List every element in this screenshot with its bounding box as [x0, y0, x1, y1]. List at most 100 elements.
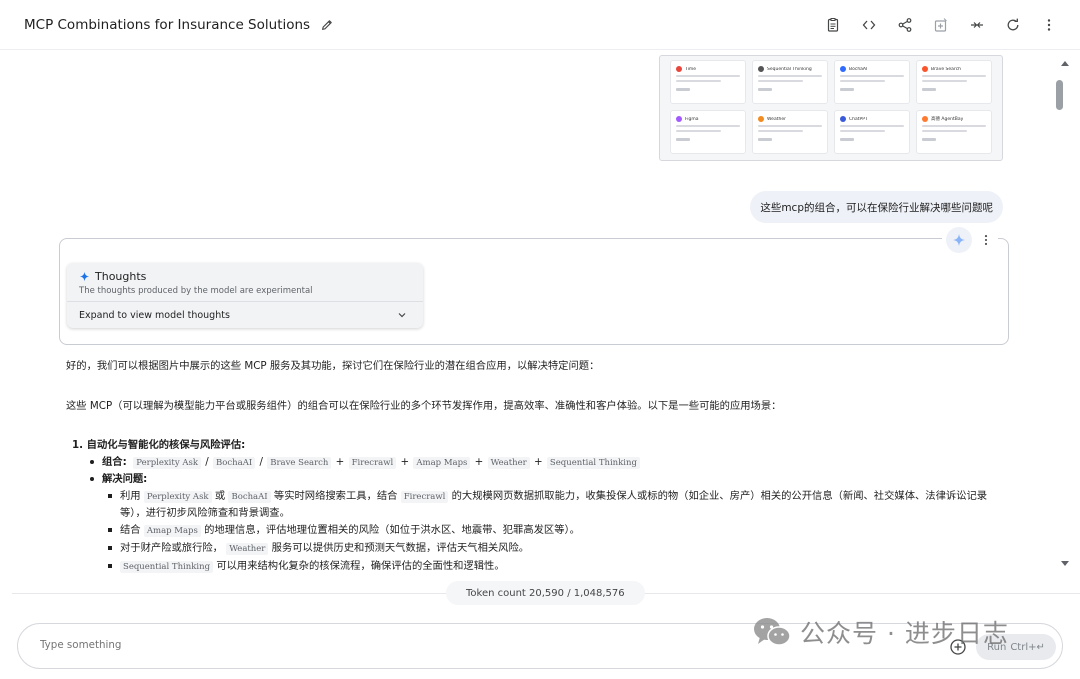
thumb-card: Sequential Thinking [752, 60, 828, 104]
app-window: MCP Combinations for Insurance Solutions [0, 0, 1080, 679]
sparkle-icon [79, 271, 90, 282]
sub-bullet: 利用 Perplexity Ask 或 BochaAI 等实时网络搜索工具，结合… [108, 488, 998, 506]
clipboard-icon [827, 18, 839, 32]
page-title: MCP Combinations for Insurance Solutions [24, 16, 311, 33]
thumb-card: 高德 AgentBay [916, 110, 992, 154]
thumb-card: ChatPPT [834, 110, 910, 154]
bullet-text: 的大规模网页数据抓取能力，收集投保人或标的物（如企业、房产）相关的公开信息（新闻… [451, 490, 988, 502]
share-button[interactable] [894, 13, 916, 37]
header-toolbar [822, 13, 1060, 37]
figma-logo-icon [676, 116, 682, 122]
refresh-button[interactable] [1002, 13, 1024, 37]
chatppt-logo-icon [840, 116, 846, 122]
model-turn: Thoughts The thoughts produced by the mo… [59, 227, 1009, 345]
code-chip: Weather [487, 457, 530, 469]
code-chip: BochaAI [213, 457, 256, 469]
thumb-card: BochaAI [834, 60, 910, 104]
run-shortcut: Ctrl+↵ [1010, 641, 1045, 653]
sub-bullet: 结合 Amap Maps 的地理信息，评估地理位置相关的风险（如位于洪水区、地震… [108, 522, 580, 540]
user-message: 这些mcp的组合，可以在保险行业解决哪些问题呢 [750, 191, 1003, 223]
more-vert-icon [984, 235, 988, 245]
turn-more-button[interactable] [978, 230, 994, 250]
sub-bullet-continuation: 等），进行初步风险筛查和背景调查。 [120, 507, 290, 519]
save-drive-button[interactable] [930, 13, 952, 37]
scroll-down-arrow-icon[interactable] [1061, 561, 1069, 566]
brave-logo-icon [922, 66, 928, 72]
clipboard-button[interactable] [822, 13, 844, 37]
thumb-card-name: ChatPPT [849, 116, 868, 122]
code-chip: Perplexity Ask [143, 491, 212, 503]
token-count: Token count 20,590 / 1,048,576 [446, 581, 645, 605]
sub-bullet: 对于财产险或旅行险， Weather 服务可以提供历史和预测天气数据，评估天气相… [108, 540, 529, 558]
code-chip: Weather [226, 543, 269, 555]
bullet-text: 对于财产险或旅行险， [120, 542, 223, 554]
compare-arrows-icon [971, 22, 983, 28]
code-chip: Amap Maps [413, 457, 471, 469]
thoughts-title: Thoughts [95, 270, 147, 283]
edit-pencil-icon[interactable] [320, 18, 334, 32]
model-turn-actions [942, 227, 998, 253]
bullet-text: 等实时网络搜索工具，结合 [273, 490, 398, 502]
bullet-text: 结合 [120, 524, 141, 536]
time-logo-icon [676, 66, 682, 72]
sequential-logo-icon [758, 66, 764, 72]
agentbay-logo-icon [922, 116, 928, 122]
wechat-logo-icon [754, 618, 791, 646]
code-chip: Sequential Thinking [120, 561, 214, 573]
drive-add-icon [934, 18, 947, 32]
thumb-card-name: BochaAI [849, 66, 868, 72]
sparkle-icon [952, 233, 966, 247]
bullet-text: 可以用来结构化复杂的核保流程，确保评估的全面性和逻辑性。 [216, 560, 505, 572]
header-bar: MCP Combinations for Insurance Solutions [0, 0, 1080, 50]
scrollbar-thumb[interactable] [1056, 80, 1063, 110]
prompt-input[interactable] [40, 639, 540, 651]
code-chip: Sequential Thinking [546, 457, 640, 469]
bullet-text: 服务可以提供历史和预测天气数据，评估天气相关风险。 [271, 542, 530, 554]
more-options-button[interactable] [1038, 13, 1060, 37]
code-chip: Perplexity Ask [133, 457, 201, 469]
sub-bullet: Sequential Thinking 可以用来结构化复杂的核保流程，确保评估的… [108, 558, 505, 576]
scroll-up-arrow-icon[interactable] [1061, 61, 1069, 66]
content-scrollbar[interactable] [1050, 50, 1080, 595]
response-paragraph: 好的，我们可以根据图片中展示的这些 MCP 服务及其功能，探讨它们在保险行业的潜… [66, 360, 600, 372]
thumb-card: Brave Search [916, 60, 992, 104]
weather-logo-icon [758, 116, 764, 122]
expand-thoughts-label: Expand to view model thoughts [79, 309, 230, 321]
combo-bullet: 组合: Perplexity Ask / BochaAI / Brave Sea… [90, 454, 640, 472]
solve-bullet: 解决问题: [90, 471, 147, 488]
thumb-card: Time [670, 60, 746, 104]
code-chip: Brave Search [267, 457, 332, 469]
thoughts-panel: Thoughts The thoughts produced by the mo… [67, 263, 423, 328]
more-vert-icon [1047, 19, 1051, 31]
thumb-card-name: Weather [767, 116, 786, 122]
thumb-card-name: 高德 AgentBay [931, 117, 964, 122]
code-chip: Firecrawl [348, 457, 397, 469]
attached-image-thumbnail[interactable]: Time Sequential Thinking BochaAI Brave S… [659, 55, 1003, 161]
share-icon [898, 18, 912, 32]
watermark-text: 公众号 · 进步日志 [800, 619, 1009, 648]
chevron-down-icon [398, 313, 406, 318]
code-icon [862, 20, 876, 30]
code-chip: Firecrawl [400, 491, 449, 503]
bocha-logo-icon [840, 66, 846, 72]
refresh-icon [1007, 18, 1019, 31]
section-heading: 1. 自动化与智能化的核保与风险评估: [72, 439, 246, 451]
response-paragraph: 这些 MCP（可以理解为模型能力平台或服务组件）的组合可以在保险行业的多个环节发… [66, 400, 782, 412]
thumb-card-name: Brave Search [931, 66, 962, 72]
get-code-button[interactable] [858, 13, 880, 37]
expand-thoughts-toggle[interactable]: Expand to view model thoughts [67, 301, 423, 328]
thumb-card: Figma [670, 110, 746, 154]
solve-label: 解决问题: [102, 473, 148, 485]
thumb-card-name: Time [685, 66, 697, 72]
bullet-text: 的地理信息，评估地理位置相关的风险（如位于洪水区、地震带、犯罪高发区等）。 [204, 524, 580, 536]
thoughts-subtitle: The thoughts produced by the model are e… [79, 286, 313, 296]
compare-button[interactable] [966, 13, 988, 37]
bullet-text: 或 [214, 490, 226, 502]
code-chip: Amap Maps [143, 525, 201, 537]
thumb-card-name: Figma [685, 116, 699, 122]
thumb-card-name: Sequential Thinking [767, 66, 812, 72]
chat-content: Time Sequential Thinking BochaAI Brave S… [0, 50, 1050, 595]
rerun-spark-button[interactable] [946, 227, 972, 253]
code-chip: BochaAI [228, 491, 271, 503]
combo-label: 组合: [102, 456, 127, 468]
